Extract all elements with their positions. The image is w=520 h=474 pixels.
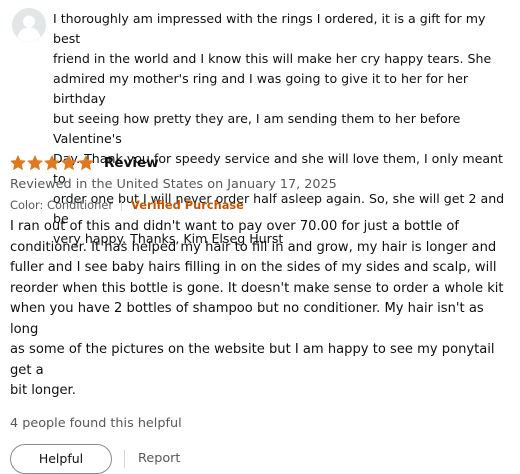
review: Review Reviewed in the United States on … [10, 152, 516, 474]
star-icon [61, 155, 77, 170]
review-date: Reviewed in the United States on January… [10, 177, 337, 192]
star-icon [44, 155, 60, 170]
review-actions: Helpful Report [10, 443, 516, 474]
star-icon [27, 155, 43, 170]
star-icon [10, 155, 26, 170]
review-meta: Color: Conditioner Verified Purchase [10, 196, 516, 214]
review-body: I ran out of this and didn't want to pay… [10, 219, 504, 398]
review-title[interactable]: Review [104, 153, 159, 173]
user-avatar-icon [12, 8, 46, 42]
star-rating[interactable] [10, 155, 94, 171]
action-divider [124, 449, 125, 468]
meta-divider [121, 199, 123, 211]
helpful-count: 4 people found this helpful [10, 415, 182, 431]
report-link[interactable]: Report [138, 451, 180, 466]
star-icon [78, 155, 94, 170]
rating-row: Review [10, 152, 516, 174]
helpful-button[interactable]: Helpful [10, 443, 112, 474]
variant-label[interactable]: Color: Conditioner [10, 196, 113, 214]
verified-purchase-badge[interactable]: Verified Purchase [131, 196, 244, 214]
